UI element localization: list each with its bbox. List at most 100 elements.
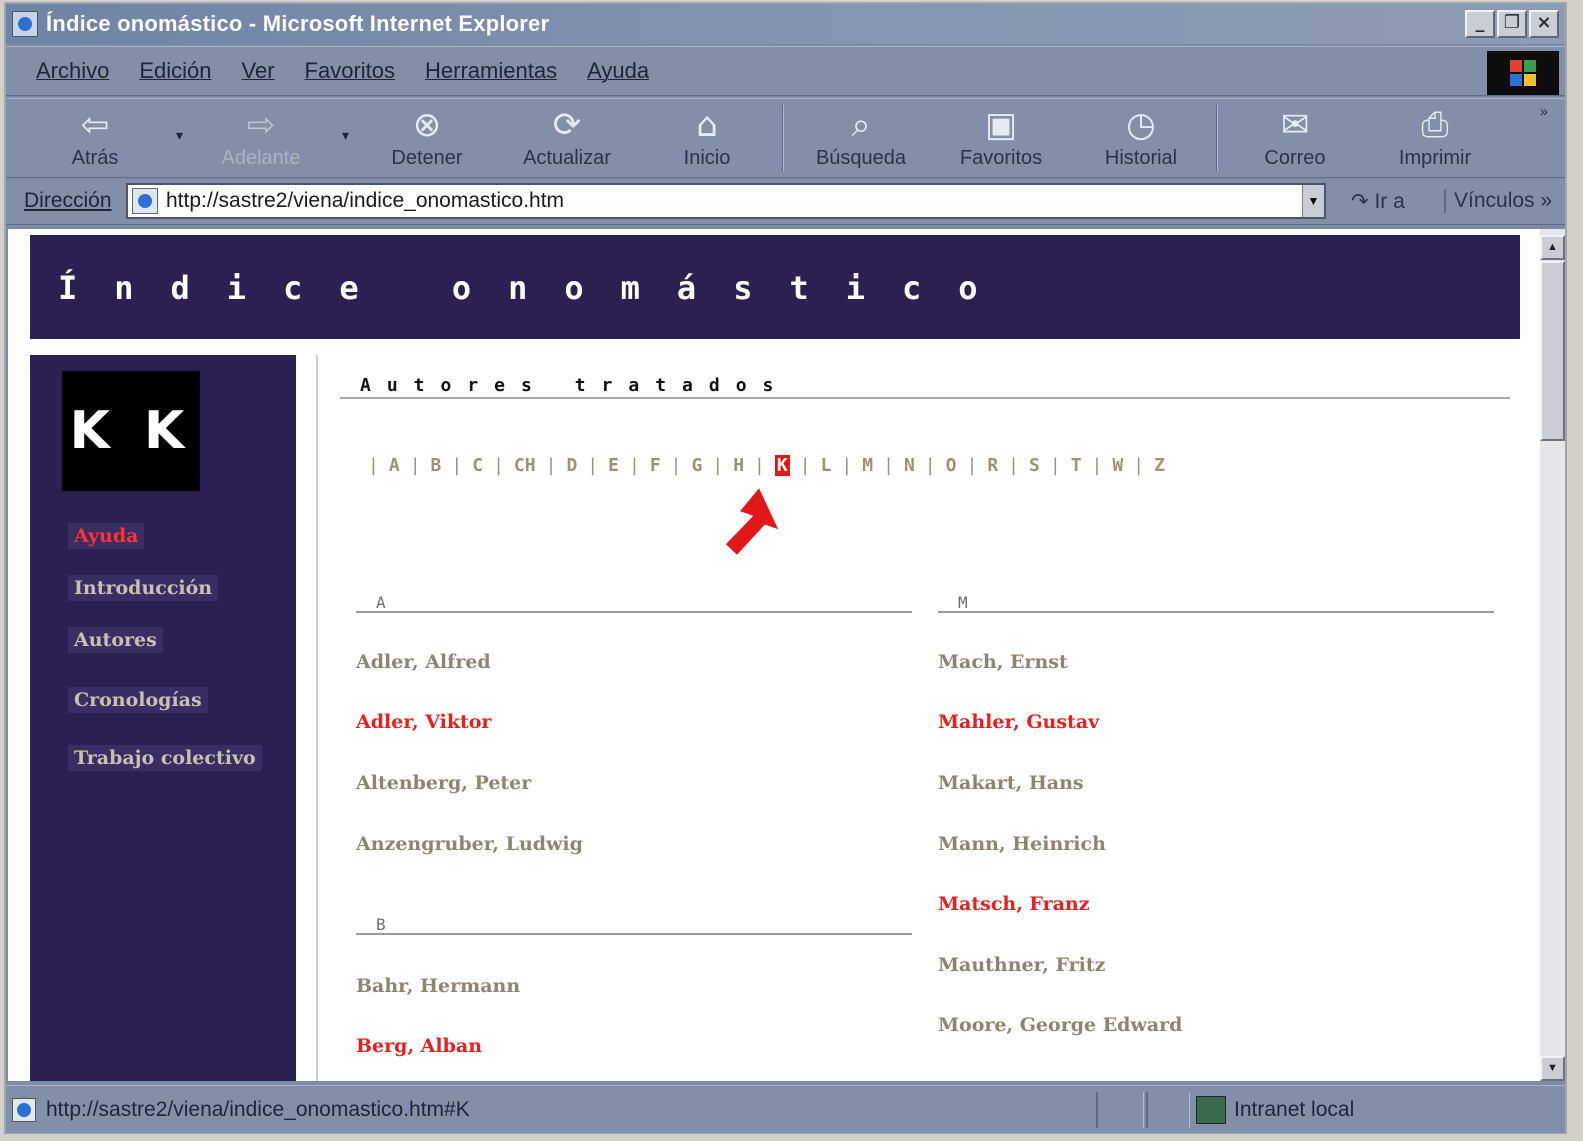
- author-link[interactable]: Makart, Hans: [938, 772, 1084, 794]
- letter-separator: |: [451, 455, 463, 476]
- section-underline: [340, 397, 1510, 399]
- letter-link-b[interactable]: B: [431, 455, 442, 476]
- letter-link-m[interactable]: M: [862, 455, 873, 476]
- author-link[interactable]: Altenberg, Peter: [356, 772, 531, 794]
- author-link[interactable]: Mann, Heinrich: [938, 833, 1106, 855]
- history-icon: ◷: [1126, 105, 1156, 145]
- menu-herramientas[interactable]: Herramientas: [425, 58, 557, 84]
- back-button[interactable]: ⇦ Atrás: [40, 103, 150, 175]
- author-link[interactable]: Bahr, Hermann: [356, 975, 520, 997]
- toolbar-overflow-icon[interactable]: »: [1540, 103, 1548, 119]
- home-label: Inicio: [683, 147, 731, 169]
- favorites-button[interactable]: ▣ Favoritos: [946, 103, 1056, 175]
- title-bar[interactable]: Índice onomástico - Microsoft Internet E…: [6, 4, 1565, 44]
- vertical-scrollbar[interactable]: ▲ ▼: [1540, 229, 1565, 1081]
- forward-dropdown-icon[interactable]: ▾: [342, 127, 349, 144]
- author-link[interactable]: Mach, Ernst: [938, 651, 1068, 673]
- history-label: Historial: [1104, 147, 1178, 169]
- search-button[interactable]: ⌕ Búsqueda: [806, 103, 916, 175]
- letter-link-d[interactable]: D: [566, 455, 577, 476]
- status-text: http://sastre2/viena/indice_onomastico.h…: [46, 1098, 470, 1121]
- author-link[interactable]: Matsch, Franz: [938, 893, 1090, 915]
- kk-logo: K K: [62, 371, 200, 491]
- letter-separator: |: [924, 455, 936, 476]
- letter-separator: |: [1091, 455, 1103, 476]
- letter-link-s[interactable]: S: [1029, 455, 1040, 476]
- go-arrow-icon: ↷: [1351, 190, 1375, 213]
- letter-separator: |: [409, 455, 421, 476]
- author-link[interactable]: Moore, George Edward: [938, 1014, 1182, 1036]
- menu-edicion[interactable]: Edición: [139, 58, 211, 84]
- stop-button[interactable]: ⊗ Detener: [372, 103, 482, 175]
- scroll-down-icon[interactable]: ▼: [1540, 1056, 1565, 1081]
- letter-link-ch[interactable]: CH: [514, 455, 536, 476]
- forward-button[interactable]: ⇨ Adelante: [206, 103, 316, 175]
- author-link[interactable]: Adler, Viktor: [356, 711, 491, 733]
- author-link[interactable]: Mauthner, Fritz: [938, 954, 1105, 976]
- letter-link-t[interactable]: T: [1071, 455, 1082, 476]
- restore-button[interactable]: ❐: [1497, 10, 1527, 38]
- close-button[interactable]: ×: [1529, 10, 1559, 38]
- security-zone-label: Intranet local: [1234, 1098, 1355, 1121]
- letter-separator: |: [1008, 455, 1019, 476]
- toolbar-separator: [782, 105, 784, 171]
- letter-link-r[interactable]: R: [987, 455, 998, 476]
- address-url[interactable]: http://sastre2/viena/indice_onomastico.h…: [166, 189, 564, 213]
- group-underline: [356, 611, 912, 613]
- letter-link-e[interactable]: E: [608, 455, 619, 476]
- letter-link-g[interactable]: G: [692, 455, 703, 476]
- letter-link-k[interactable]: K: [774, 455, 790, 476]
- address-input[interactable]: http://sastre2/viena/indice_onomastico.h…: [126, 183, 1326, 219]
- letter-separator: |: [754, 455, 765, 476]
- standard-toolbar: ⇦ Atrás ▾ ⇨ Adelante ▾ ⊗ Detener ⟳ Actua…: [6, 98, 1565, 178]
- sidebar-item-ayuda[interactable]: Ayuda: [68, 523, 145, 549]
- search-icon: ⌕: [851, 105, 871, 145]
- letter-link-z[interactable]: Z: [1154, 455, 1165, 476]
- letter-separator: |: [670, 455, 682, 476]
- sidebar: K K Ayuda Introducción Autores Cronologí…: [30, 355, 296, 1081]
- favorites-label: Favoritos: [959, 147, 1043, 169]
- author-link[interactable]: Adler, Alfred: [356, 651, 491, 673]
- letter-link-w[interactable]: W: [1112, 455, 1123, 476]
- menu-favoritos[interactable]: Favoritos: [305, 58, 395, 84]
- window-title: Índice onomástico - Microsoft Internet E…: [46, 11, 550, 36]
- print-button[interactable]: ⎙ Imprimir: [1380, 103, 1490, 175]
- author-link[interactable]: Anzengruber, Ludwig: [356, 833, 583, 855]
- letter-link-a[interactable]: A: [389, 455, 400, 476]
- sidebar-item-trabajo-colectivo[interactable]: Trabajo colectivo: [68, 745, 262, 771]
- history-button[interactable]: ◷ Historial: [1086, 103, 1196, 175]
- scroll-up-icon[interactable]: ▲: [1540, 235, 1565, 260]
- back-dropdown-icon[interactable]: ▾: [176, 127, 183, 144]
- group-letter-b: B: [376, 915, 386, 934]
- go-button[interactable]: ↷ Ir a: [1351, 189, 1405, 214]
- refresh-button[interactable]: ⟳ Actualizar: [512, 103, 622, 175]
- letter-link-h[interactable]: H: [733, 455, 744, 476]
- scroll-thumb[interactable]: [1540, 261, 1565, 441]
- minimize-button[interactable]: _: [1465, 10, 1495, 38]
- intranet-zone-icon: [1196, 1096, 1226, 1124]
- letter-link-f[interactable]: F: [650, 455, 661, 476]
- menu-archivo[interactable]: Archivo: [36, 58, 109, 84]
- go-label: Ir a: [1374, 190, 1405, 213]
- letter-link-o[interactable]: O: [946, 455, 957, 476]
- sidebar-item-cronologias[interactable]: Cronologías: [68, 687, 208, 713]
- menu-ayuda[interactable]: Ayuda: [587, 58, 649, 84]
- forward-label: Adelante: [221, 147, 301, 169]
- page-icon: [132, 188, 158, 214]
- sidebar-item-introduccion[interactable]: Introducción: [68, 575, 219, 601]
- links-button[interactable]: Vínculos »: [1444, 189, 1552, 213]
- author-link[interactable]: Berg, Alban: [356, 1035, 482, 1057]
- letter-link-c[interactable]: C: [472, 455, 483, 476]
- mail-button[interactable]: ✉ Correo: [1240, 103, 1350, 175]
- sidebar-item-autores[interactable]: Autores: [68, 627, 163, 653]
- letter-link-n[interactable]: N: [904, 455, 915, 476]
- author-link[interactable]: Mahler, Gustav: [938, 711, 1099, 733]
- letter-separator: |: [545, 455, 557, 476]
- status-bar: http://sastre2/viena/indice_onomastico.h…: [6, 1085, 1565, 1133]
- group-underline: [938, 611, 1494, 613]
- address-dropdown-icon[interactable]: ▼: [1302, 185, 1324, 217]
- menu-ver[interactable]: Ver: [242, 58, 275, 84]
- home-button[interactable]: ⌂ Inicio: [652, 103, 762, 175]
- page-content: Índice onomástico K K Ayuda Introducción…: [8, 229, 1540, 1081]
- letter-link-l[interactable]: L: [821, 455, 832, 476]
